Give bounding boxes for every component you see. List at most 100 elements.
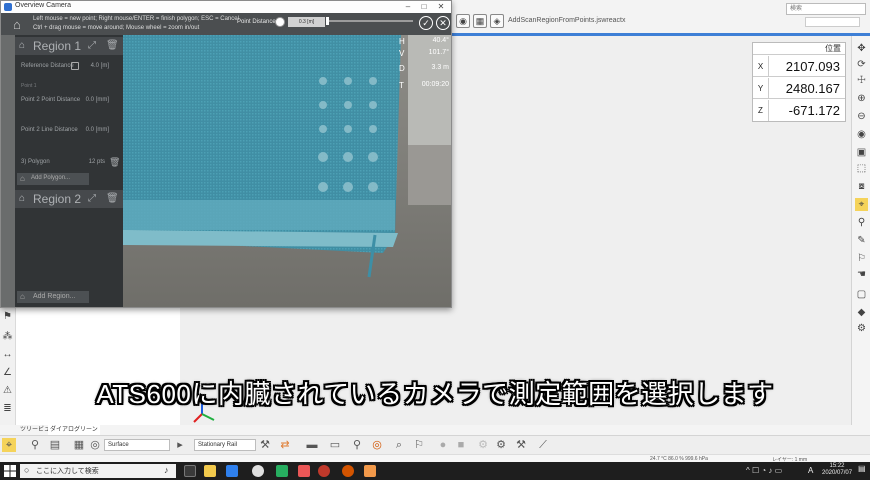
telemetry-overlay: H 40.4° V 101.7° D 3.3 m T 00:09:20 (397, 35, 455, 135)
adjust-icon[interactable]: ⚙ (476, 438, 490, 452)
distance-icon[interactable]: ↔ (1, 348, 14, 361)
ime-indicator[interactable]: A (808, 466, 813, 475)
excel-icon[interactable] (276, 465, 288, 477)
target-red-icon[interactable]: ◎ (370, 438, 384, 452)
box-view-icon[interactable]: ▣ (855, 146, 868, 159)
search-tool-icon[interactable]: ⌕ (392, 438, 406, 452)
line-distance-label: Point 2 Line Distance (21, 127, 78, 133)
window-title: Overview Camera (15, 2, 72, 9)
flag-icon[interactable]: ⚑ (1, 310, 14, 323)
camera-icon[interactable]: ◉ (456, 14, 470, 28)
telemetry-value-t: 00:09:20 (421, 81, 449, 88)
pin-icon[interactable]: ⚐ (855, 252, 868, 265)
bottom-toolbar: ⌖ ⚲ ▤ ▦ ◎ Surface ▸ Stationary Rail ⚒ ⇄ … (0, 435, 870, 454)
point-distance-toggle[interactable] (275, 17, 285, 27)
stop-icon[interactable]: ■ (454, 438, 468, 452)
close-icon[interactable]: ✕ (434, 1, 448, 13)
swap-icon[interactable]: ⇄ (278, 438, 292, 452)
settings-icon[interactable]: ⚙ (855, 322, 868, 335)
notification-icon[interactable]: ▤ (858, 464, 868, 478)
move-icon[interactable]: ✥ (855, 42, 868, 55)
coordinate-readout: 位置 X 2107.093 Y 2480.167 Z -671.172 (752, 42, 846, 122)
add-icon: ⌂ (20, 174, 25, 183)
wrench-icon[interactable]: ⚒ (514, 438, 528, 452)
add-polygon-button[interactable]: ⌂ Add Polygon... (17, 173, 89, 185)
point-distance-slider[interactable] (328, 20, 413, 22)
system-clock[interactable]: 15:22 2020/07/07 (822, 463, 852, 477)
box-icon[interactable]: ▢ (855, 288, 868, 301)
pin-tool-icon[interactable]: ⚐ (412, 438, 426, 452)
chart-icon[interactable]: ▤ (48, 438, 62, 452)
wand-icon[interactable]: ⚲ (350, 438, 364, 452)
windows-start-icon[interactable] (3, 464, 17, 478)
cancel-button[interactable]: ✕ (436, 16, 450, 30)
reference-toggle[interactable] (71, 62, 79, 70)
laser-icon[interactable]: ⟋ (536, 438, 550, 452)
secondary-input[interactable] (805, 17, 860, 27)
level-icon[interactable]: ⚒ (258, 438, 272, 452)
grid-icon[interactable]: ▦ (473, 14, 487, 28)
surface-select[interactable]: Surface (104, 439, 170, 451)
scan-icon[interactable]: ◈ (490, 14, 504, 28)
delete-polygon-icon[interactable]: 🗑 (109, 157, 120, 168)
tracker-icon[interactable]: ⧇ (855, 180, 868, 193)
probe-tool-icon[interactable]: ⚲ (28, 438, 42, 452)
graph-icon[interactable]: ▭ (328, 438, 342, 452)
minimize-icon[interactable]: – (401, 1, 415, 13)
pen-icon[interactable]: ✎ (855, 234, 868, 247)
rotate-icon[interactable]: ⟳ (855, 58, 868, 71)
shape-icon[interactable]: ◆ (855, 306, 868, 319)
network-icon[interactable]: ⁂ (1, 330, 14, 343)
maximize-icon[interactable]: □ (417, 1, 431, 13)
probe-icon[interactable]: ⌖ (855, 198, 868, 211)
region-1-header[interactable]: ⌂ Region 1 ⤢ 🗑 (15, 37, 123, 55)
camera-app-icon[interactable] (364, 465, 376, 477)
system-tray[interactable]: ^ ☐ ◔ ♪ ▭ (746, 466, 782, 475)
tab-dialog-screen[interactable]: ダイアログリーン (48, 425, 100, 435)
explorer-icon[interactable] (204, 465, 216, 477)
cube-icon[interactable]: ⬚ (855, 162, 868, 175)
tracker-app-icon[interactable] (342, 465, 354, 477)
measure-mode-icon[interactable]: ⌖ (2, 438, 16, 452)
region-icon: ⌂ (19, 40, 26, 51)
expand-icon[interactable]: ⤢ (88, 193, 96, 204)
task-view-icon[interactable] (184, 465, 196, 477)
slider-handle[interactable] (326, 17, 329, 25)
marker-icon[interactable]: ⚲ (855, 216, 868, 229)
search-input[interactable]: 検索 (786, 3, 866, 15)
hand-icon[interactable]: ☚ (855, 268, 868, 281)
tweak-icon[interactable]: ⚙ (494, 438, 508, 452)
window-titlebar[interactable]: Overview Camera – □ ✕ (1, 1, 451, 13)
zoom-out-icon[interactable]: ⊖ (855, 110, 868, 123)
browser-icon[interactable] (252, 465, 264, 477)
eye-icon[interactable]: ◉ (855, 128, 868, 141)
coordinate-value: 2107.093 (785, 59, 840, 74)
zoom-in-icon[interactable]: ⊕ (855, 92, 868, 105)
confirm-button[interactable]: ✓ (419, 16, 433, 30)
panel-tabs: ツリービュー ダイアログリーン (0, 425, 870, 435)
clock-time: 15:22 (829, 463, 845, 469)
rail-select[interactable]: Stationary Rail (194, 439, 256, 451)
axis-label: X (753, 56, 769, 77)
record-icon[interactable]: ● (436, 438, 450, 452)
telemetry-label-t: T (399, 81, 404, 90)
delete-icon[interactable]: 🗑 (106, 193, 119, 204)
table-icon[interactable]: ▬ (305, 438, 319, 452)
expand-icon[interactable]: ⤢ (88, 40, 96, 51)
record-app-icon[interactable] (318, 465, 330, 477)
rail-icon[interactable]: ▸ (173, 438, 187, 452)
pan-icon[interactable]: ☩ (855, 74, 868, 87)
delete-icon[interactable]: 🗑 (106, 40, 119, 51)
taskbar-search-box[interactable]: ○ ここに入力して検索 ♪ (20, 464, 176, 478)
mail-icon[interactable] (226, 465, 238, 477)
telemetry-value-d: 3.3 m (431, 64, 449, 71)
calculator-icon[interactable]: ▦ (72, 438, 86, 452)
target-icon[interactable]: ◎ (88, 438, 102, 452)
app-icon-red[interactable] (298, 465, 310, 477)
point-distance-input[interactable]: 0.3 [m] (288, 17, 325, 27)
microphone-icon[interactable]: ♪ (164, 465, 169, 475)
reference-distance-value: 4.0 [m] (90, 63, 109, 69)
region-2-header[interactable]: ⌂ Region 2 ⤢ 🗑 (15, 190, 123, 208)
home-icon[interactable]: ⌂ (13, 17, 21, 32)
add-region-button[interactable]: ⌂ Add Region... (17, 291, 89, 303)
